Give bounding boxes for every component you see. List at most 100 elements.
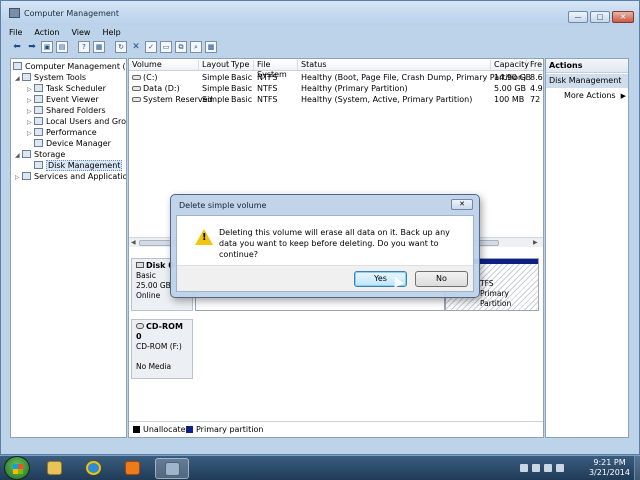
- menu-file[interactable]: File: [3, 26, 28, 39]
- unallocated-swatch: [133, 426, 140, 433]
- tree-item-event-viewer[interactable]: ▷ Event Viewer: [27, 94, 99, 105]
- volume-icon[interactable]: [556, 464, 564, 472]
- menu-bar: File Action View Help: [3, 26, 127, 39]
- action-more-actions[interactable]: More Actions ▶: [546, 89, 628, 103]
- back-arrow-icon[interactable]: ⬅: [11, 41, 23, 53]
- legend: Unallocated Primary partition: [129, 421, 543, 437]
- taskbar-explorer[interactable]: [38, 458, 72, 479]
- up-folder-icon[interactable]: ▣: [41, 41, 53, 53]
- collapse-arrow-icon[interactable]: ◢: [15, 73, 22, 84]
- search-icon[interactable]: ⌕: [190, 41, 202, 53]
- volume-free: 72: [530, 95, 541, 104]
- cdrom-0-label[interactable]: CD-ROM 0 CD-ROM (F:) No Media: [131, 319, 193, 379]
- clock-time: 9:21 PM: [593, 458, 626, 467]
- tree-item-device-manager[interactable]: Device Manager: [34, 138, 111, 149]
- volume-layout: Simple: [202, 95, 230, 104]
- open-folder-icon[interactable]: ▭: [160, 41, 172, 53]
- column-header-volume[interactable]: Volume: [129, 60, 199, 70]
- tree-item-disk-management[interactable]: Disk Management: [34, 160, 123, 171]
- no-button[interactable]: No: [415, 271, 468, 287]
- disk-management-icon: [34, 161, 43, 169]
- scroll-right-icon[interactable]: ▶: [533, 238, 538, 248]
- volume-file-system: NTFS: [257, 95, 278, 104]
- event-log-icon: [34, 95, 43, 103]
- taskbar-computer-management[interactable]: [155, 458, 189, 479]
- expand-arrow-icon[interactable]: ▷: [15, 172, 22, 183]
- computer-icon: [13, 62, 22, 70]
- tree-item-performance[interactable]: ▷ Performance: [27, 127, 97, 138]
- map-icon[interactable]: ▩: [205, 41, 217, 53]
- dialog-title: Delete simple volume: [179, 201, 267, 210]
- tree-item-system-tools[interactable]: ◢ System Tools: [15, 72, 86, 83]
- menu-view[interactable]: View: [65, 26, 96, 39]
- column-header-free[interactable]: Fre: [527, 60, 543, 70]
- check-icon[interactable]: ✓: [145, 41, 157, 53]
- volume-file-system: NTFS: [257, 73, 278, 82]
- column-header-type[interactable]: Type: [228, 60, 254, 70]
- properties-icon[interactable]: ▦: [93, 41, 105, 53]
- tree-item-computer-management[interactable]: Computer Management (Local: [13, 61, 126, 72]
- action-disk-management[interactable]: Disk Management: [546, 74, 628, 88]
- volume-row[interactable]: (C:) Simple Basic NTFS Healthy (Boot, Pa…: [129, 72, 543, 83]
- volume-row[interactable]: System Reserved Simple Basic NTFS Health…: [129, 94, 543, 105]
- clock-date: 3/21/2014: [588, 468, 630, 477]
- volume-capacity: 14.90 GB: [494, 73, 532, 82]
- tree-item-storage[interactable]: ◢ Storage: [15, 149, 65, 160]
- storage-icon: [22, 150, 31, 158]
- column-header-status[interactable]: Status: [298, 60, 491, 70]
- folder-icon: [47, 461, 62, 475]
- column-header-layout[interactable]: Layout: [199, 60, 229, 70]
- actions-title: Actions: [546, 59, 628, 73]
- flag-icon[interactable]: [532, 464, 540, 472]
- submenu-arrow-icon: ▶: [620, 92, 626, 100]
- device-manager-icon: [34, 139, 43, 147]
- tree-item-services-applications[interactable]: ▷ Services and Applications: [15, 171, 126, 183]
- clock[interactable]: 9:21 PM 3/21/2014: [589, 458, 630, 478]
- volume-free: 8.6: [530, 73, 543, 82]
- volume-disk-icon: [132, 97, 141, 102]
- close-button[interactable]: ✕: [612, 11, 634, 23]
- toolbar: ⬅ ➡ ▣ ▤ ? ▦ ↻ ✕ ✓ ▭ ⧉ ⌕ ▩: [3, 39, 637, 55]
- volume-capacity: 5.00 GB: [494, 84, 527, 93]
- start-button[interactable]: [4, 456, 30, 480]
- volume-disk-icon: [132, 75, 141, 80]
- maximize-button[interactable]: □: [590, 11, 610, 23]
- show-desktop-button[interactable]: [634, 456, 640, 480]
- tree-item-local-users[interactable]: ▷Local Users and Groups: [27, 116, 126, 127]
- show-hide-tree-icon[interactable]: ▤: [56, 41, 68, 53]
- column-header-capacity[interactable]: Capacity: [491, 60, 529, 70]
- partition-status-text: Primary Partition: [480, 289, 512, 308]
- refresh-icon[interactable]: ↻: [115, 41, 127, 53]
- clock-icon: [34, 84, 43, 92]
- menu-action[interactable]: Action: [28, 26, 65, 39]
- minimize-button[interactable]: —: [568, 11, 588, 23]
- column-header-file-system[interactable]: File System: [254, 60, 298, 79]
- primary-partition-swatch: [186, 426, 193, 433]
- taskbar-media-player[interactable]: [116, 458, 150, 479]
- scroll-left-icon[interactable]: ◀: [131, 238, 136, 248]
- volume-type: Basic: [231, 95, 253, 104]
- windows-logo-icon: [13, 464, 23, 474]
- dialog-close-button[interactable]: ✕: [451, 199, 473, 210]
- menu-help[interactable]: Help: [96, 26, 126, 39]
- network-icon[interactable]: [544, 464, 552, 472]
- tree-item-shared-folders[interactable]: ▷ Shared Folders: [27, 105, 106, 116]
- users-icon: [34, 117, 43, 125]
- collapse-arrow-icon[interactable]: ◢: [15, 150, 22, 161]
- tree-item-task-scheduler[interactable]: ▷ Task Scheduler: [27, 83, 106, 94]
- expand-arrow-icon[interactable]: ▷: [27, 128, 34, 139]
- title-bar[interactable]: Computer Management — □ ✕: [1, 1, 639, 25]
- delete-volume-dialog: Delete simple volume ✕ ! Deleting this v…: [170, 194, 480, 298]
- help-icon[interactable]: ?: [78, 41, 90, 53]
- volume-row[interactable]: Data (D:) Simple Basic NTFS Healthy (Pri…: [129, 83, 543, 94]
- delete-icon[interactable]: ✕: [130, 41, 142, 53]
- forward-arrow-icon[interactable]: ➡: [26, 41, 38, 53]
- volume-table-header: Volume Layout Type File System Status Ca…: [129, 59, 543, 79]
- copy-icon[interactable]: ⧉: [175, 41, 187, 53]
- actions-pane: Actions Disk Management More Actions ▶: [545, 58, 629, 438]
- dialog-button-bar: Yes No: [177, 265, 473, 291]
- volume-file-system: NTFS: [257, 84, 278, 93]
- taskbar-internet-explorer[interactable]: [77, 458, 111, 479]
- show-hidden-icons-icon[interactable]: [520, 464, 528, 472]
- volume-type: Basic: [231, 84, 253, 93]
